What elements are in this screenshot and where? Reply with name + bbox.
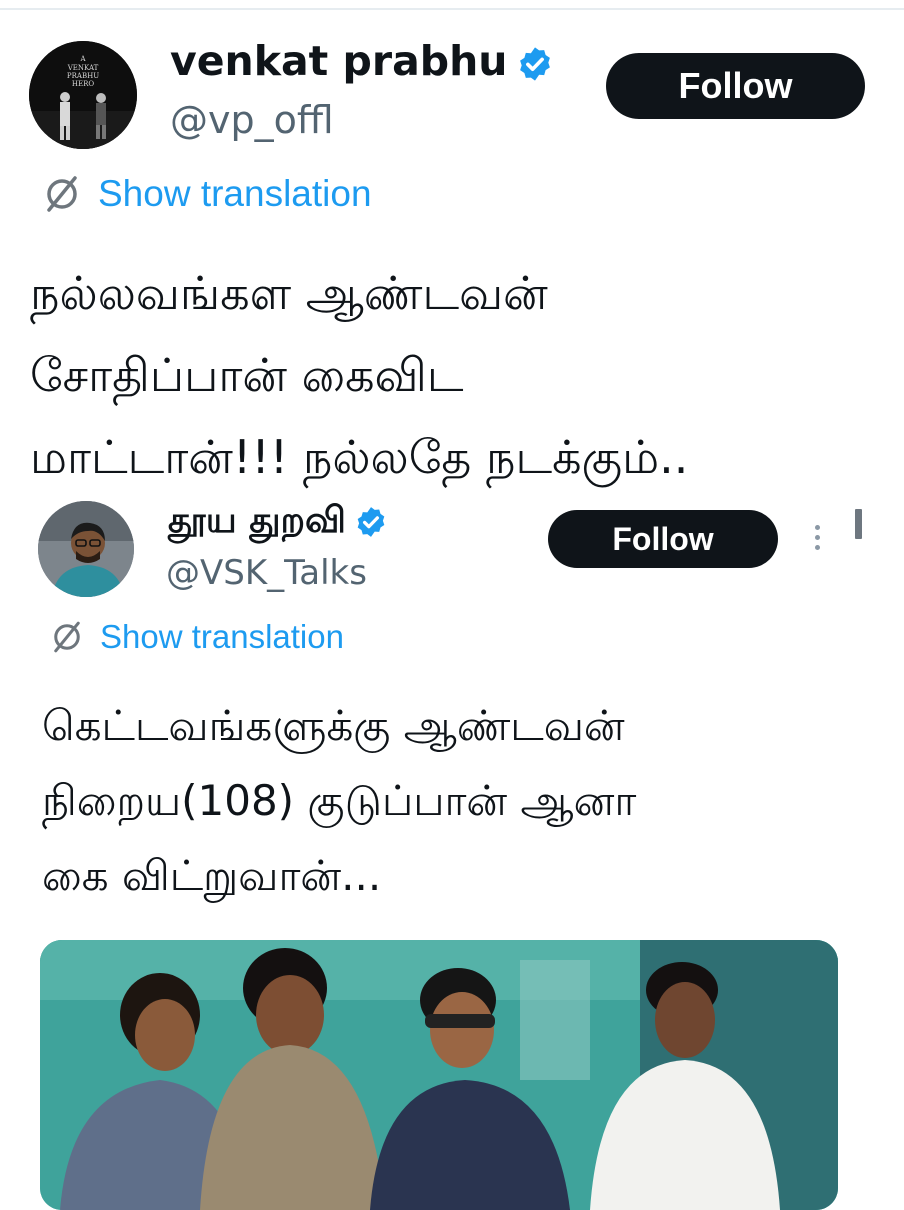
quoted-author-avatar[interactable] [38,501,134,597]
more-options-icon[interactable] [811,522,823,556]
quoted-show-translation-link[interactable]: Show translation [48,618,344,656]
author-handle[interactable]: @vp_offl [170,98,334,142]
verified-badge-icon [516,45,554,83]
top-divider [0,8,904,10]
tweet-text: நல்லவங்கள ஆண்டவன் சோதிப்பான் கைவிட மாட்ட… [30,266,689,484]
verified-badge-icon [354,505,388,539]
quoted-follow-button[interactable]: Follow [548,510,778,568]
translate-icon [40,172,84,216]
quoted-show-translation-text: Show translation [100,618,344,655]
quoted-author-name-text: தூய துறவி [168,500,347,541]
quoted-tweet-text: கெட்டவங்களுக்கு ஆண்டவன் நிறைய(108) குடுப… [42,701,637,900]
svg-text:HERO: HERO [72,80,94,88]
svg-text:A: A [79,55,86,63]
translate-icon [48,618,86,656]
scrollbar-thumb[interactable] [855,509,862,539]
quoted-author-display-name[interactable]: தூய துறவி [168,500,388,546]
photo-four-men-icon[interactable] [40,940,838,1210]
author-display-name[interactable]: venkat prabhu [170,37,554,85]
svg-text:VENKAT: VENKAT [67,64,99,72]
quoted-author-handle[interactable]: @VSK_Talks [166,553,367,593]
svg-text:PRABHU: PRABHU [67,72,99,80]
show-translation-text: Show translation [98,173,372,214]
follow-button[interactable]: Follow [606,53,865,119]
author-avatar[interactable]: A VENKAT PRABHU HERO [29,41,137,149]
show-translation-link[interactable]: Show translation [40,172,372,216]
author-name-text: venkat prabhu [170,37,508,85]
